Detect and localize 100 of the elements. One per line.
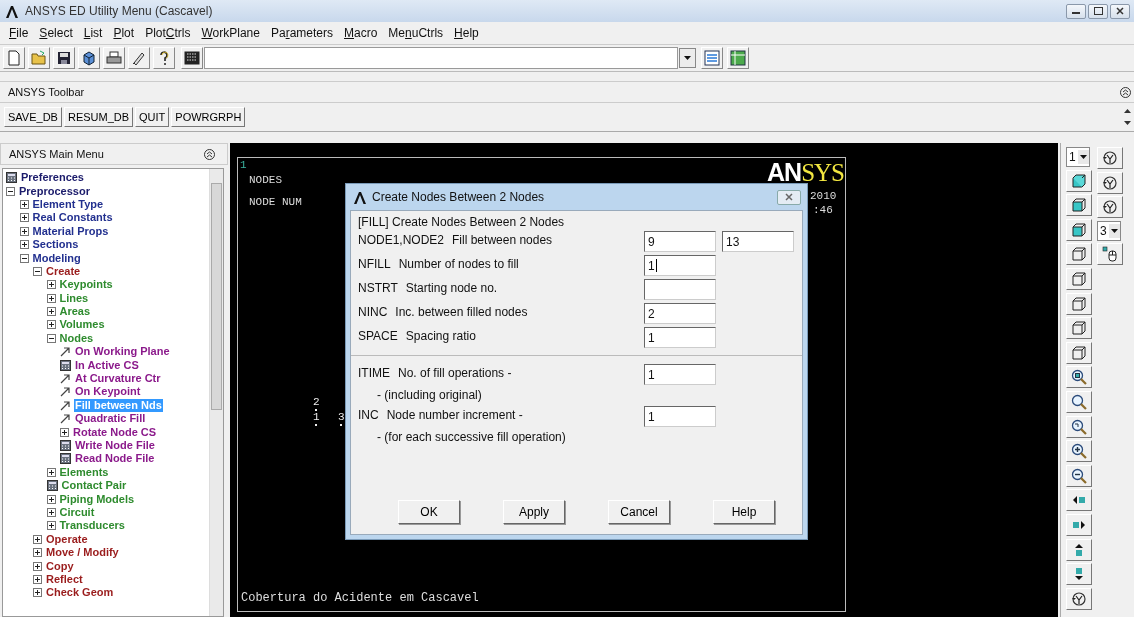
menu-item[interactable]: Contact Pair — [60, 479, 128, 493]
expand-icon[interactable] — [46, 521, 56, 531]
expand-icon[interactable] — [33, 534, 42, 544]
menu-item[interactable]: Preprocessor — [18, 184, 91, 198]
toolbar-button[interactable] — [153, 47, 175, 69]
view-button[interactable] — [1097, 243, 1123, 266]
expand-icon[interactable] — [19, 199, 29, 209]
menu-item[interactable]: Write Node File — [74, 439, 156, 452]
minimize-button[interactable] — [1066, 3, 1086, 19]
toolbar-button[interactable] — [128, 47, 150, 69]
menu-item[interactable]: On Working Plane — [74, 345, 171, 359]
input-field[interactable]: 1 — [644, 364, 716, 385]
view-button[interactable] — [1066, 317, 1092, 340]
toolbar-button[interactable]: RESUM_DB — [63, 107, 134, 127]
expand-icon[interactable] — [33, 561, 42, 571]
scroll-arrows-icon[interactable] — [1124, 108, 1131, 126]
menu-item[interactable]: At Curvature Ctr — [74, 372, 162, 386]
input-field[interactable]: 2 — [644, 303, 716, 324]
input-field[interactable]: 1 — [644, 327, 716, 348]
menu-item[interactable]: Piping Models — [58, 492, 136, 506]
dialog-button[interactable]: OK — [398, 500, 460, 524]
dialog-button[interactable]: Cancel — [608, 500, 670, 524]
view-button[interactable] — [1066, 366, 1092, 389]
collapse-icon[interactable] — [19, 253, 29, 263]
menu-item[interactable]: Check Geom — [45, 586, 115, 600]
command-field[interactable] — [204, 47, 678, 69]
view-button[interactable] — [1066, 440, 1092, 463]
expand-icon[interactable] — [46, 320, 56, 330]
menu-item[interactable]: Reflect — [45, 572, 84, 586]
collapse-icon[interactable] — [1120, 86, 1131, 98]
menu-item[interactable]: WorkPlane — [201, 26, 260, 40]
input-field[interactable]: 1 — [644, 255, 716, 276]
menu-item[interactable]: Read Node File — [74, 452, 156, 466]
input-field[interactable]: 1 — [644, 406, 716, 427]
expand-icon[interactable] — [46, 293, 56, 303]
dialog-button[interactable]: Apply — [503, 500, 565, 524]
menu-item[interactable]: Sections — [31, 238, 80, 252]
menu-item[interactable]: Circuit — [58, 505, 96, 519]
expand-icon[interactable] — [19, 240, 29, 250]
increment-dropdown[interactable]: 3 — [1097, 220, 1121, 241]
menu-item[interactable]: Quadratic Fill — [74, 412, 147, 426]
view-button[interactable] — [1066, 415, 1092, 438]
view-button[interactable] — [1066, 218, 1092, 241]
expand-icon[interactable] — [19, 226, 29, 236]
menu-item[interactable]: Select — [39, 26, 73, 40]
view-button[interactable] — [1066, 587, 1092, 610]
menu-item[interactable]: Parameters — [270, 26, 333, 40]
menu-item[interactable]: Operate — [45, 532, 89, 546]
toolbar-button[interactable] — [78, 47, 100, 69]
menu-item[interactable]: File — [9, 26, 29, 40]
menu-item[interactable]: Copy — [45, 559, 75, 573]
input-field[interactable]: 13 — [722, 231, 794, 252]
dropdown-button[interactable] — [679, 48, 696, 68]
menu-item[interactable]: Keypoints — [58, 278, 114, 292]
menu-item[interactable]: Rotate Node CS — [72, 425, 158, 439]
expand-icon[interactable] — [46, 307, 56, 317]
collapse-icon[interactable] — [33, 266, 42, 276]
menu-item[interactable]: In Active CS — [74, 358, 140, 372]
menu-item[interactable]: MenuCtrls — [388, 26, 444, 40]
toolbar-button[interactable]: SAVE_DB — [4, 107, 62, 127]
scrollbar[interactable] — [209, 169, 223, 616]
view-button[interactable] — [1097, 196, 1123, 219]
view-button[interactable] — [1097, 147, 1123, 169]
view-button[interactable] — [1066, 390, 1092, 413]
menu-item[interactable]: Plot — [113, 26, 135, 40]
menu-item[interactable]: Element Type — [31, 197, 105, 211]
input-field[interactable] — [644, 279, 716, 300]
menu-item[interactable]: Volumes — [58, 318, 106, 332]
expand-icon[interactable] — [60, 427, 69, 437]
expand-icon[interactable] — [46, 494, 56, 504]
expand-icon[interactable] — [33, 548, 42, 558]
menu-item[interactable]: Modeling — [31, 251, 82, 265]
collapse-icon[interactable] — [6, 186, 15, 196]
menu-item[interactable]: Elements — [58, 465, 110, 479]
view-button[interactable] — [1066, 464, 1092, 487]
toolbar-button[interactable]: QUIT — [135, 107, 170, 127]
view-button[interactable] — [1066, 341, 1092, 364]
menu-item[interactable]: Create — [45, 264, 82, 278]
menu-item[interactable]: Transducers — [58, 519, 126, 533]
maximize-button[interactable] — [1088, 3, 1108, 19]
menu-item[interactable]: Lines — [58, 291, 90, 305]
menu-item[interactable]: PlotCtrls — [145, 26, 191, 40]
view-button[interactable] — [1066, 292, 1092, 315]
view-button[interactable] — [1066, 243, 1092, 266]
expand-icon[interactable] — [46, 507, 56, 517]
close-button[interactable] — [1110, 3, 1130, 19]
view-button[interactable] — [1097, 171, 1123, 194]
window-dropdown[interactable]: 1 — [1066, 147, 1090, 167]
expand-icon[interactable] — [46, 467, 56, 477]
menu-item[interactable]: Help — [454, 26, 479, 40]
expand-icon[interactable] — [33, 574, 42, 584]
expand-icon[interactable] — [19, 213, 29, 223]
toolbar-button[interactable]: POWRGRPH — [171, 107, 246, 127]
menu-item[interactable]: Nodes — [58, 331, 95, 345]
view-button[interactable] — [1066, 267, 1092, 290]
menu-item[interactable]: Preferences — [20, 171, 85, 185]
scroll-thumb[interactable] — [211, 183, 222, 410]
menu-item[interactable]: Macro — [344, 26, 378, 40]
menu-item[interactable]: Areas — [58, 305, 92, 319]
toolbar-button[interactable] — [727, 47, 749, 69]
